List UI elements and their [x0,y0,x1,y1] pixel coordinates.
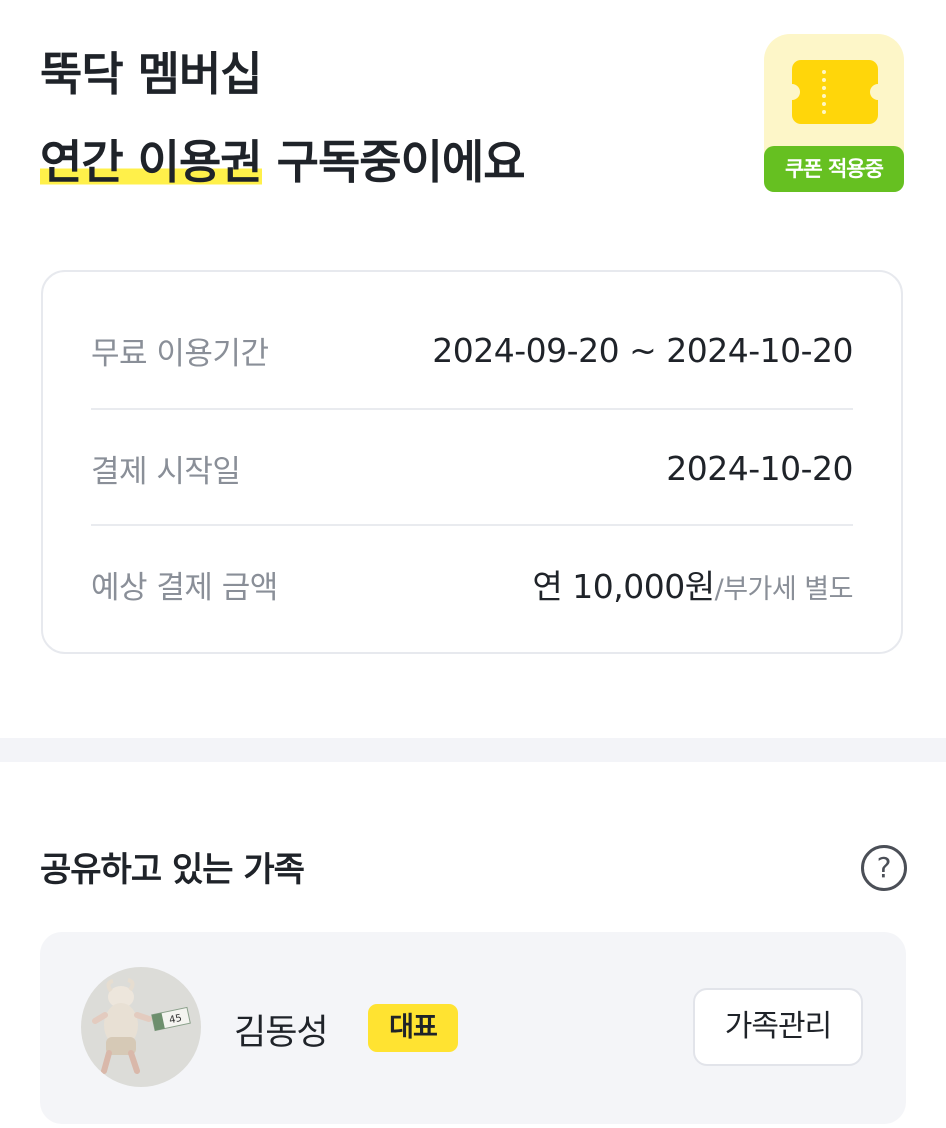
coupon-applied-badge: 쿠폰 적용중 [764,146,904,192]
family-section-title: 공유하고 있는 가족 [40,850,305,890]
status-text: 구독중이에요 [261,135,526,189]
free-period-value: 2024-09-20 ~ 2024-10-20 [432,330,853,370]
subscription-status: 연간 이용권 구독중이에요 [40,126,526,192]
info-row-billing-start: 결제 시작일 2024-10-20 [91,408,853,526]
member-name: 김동성 [234,1013,329,1053]
info-row-free-period: 무료 이용기간 2024-09-20 ~ 2024-10-20 [91,292,853,408]
subscription-info-card: 무료 이용기간 2024-09-20 ~ 2024-10-20 결제 시작일 2… [41,270,903,654]
expected-amount: 연 10,000원/부가세 별도 [532,560,853,608]
help-icon[interactable]: ? [861,845,907,891]
vat-note: /부가세 별도 [714,574,854,605]
billing-start-label: 결제 시작일 [91,453,241,490]
ticket-icon [784,60,886,124]
plan-name-highlight: 연간 이용권 [40,135,263,189]
section-divider [0,738,946,762]
coupon-card[interactable]: 쿠폰 적용중 [764,34,904,192]
free-period-label: 무료 이용기간 [91,335,269,372]
representative-badge: 대표 [368,1004,458,1052]
info-row-expected-amount: 예상 결제 금액 연 10,000원/부가세 별도 [91,524,854,642]
expected-amount-value: 연 10,000원 [532,567,715,606]
member-avatar: 45 [81,967,201,1087]
family-member-card: 45 김동성 대표 가족관리 [40,932,906,1124]
family-manage-button[interactable]: 가족관리 [693,988,863,1066]
membership-title: 뚝닥 멤버십 [40,47,263,101]
billing-start-value: 2024-10-20 [666,448,853,488]
expected-amount-label: 예상 결제 금액 [91,569,278,606]
